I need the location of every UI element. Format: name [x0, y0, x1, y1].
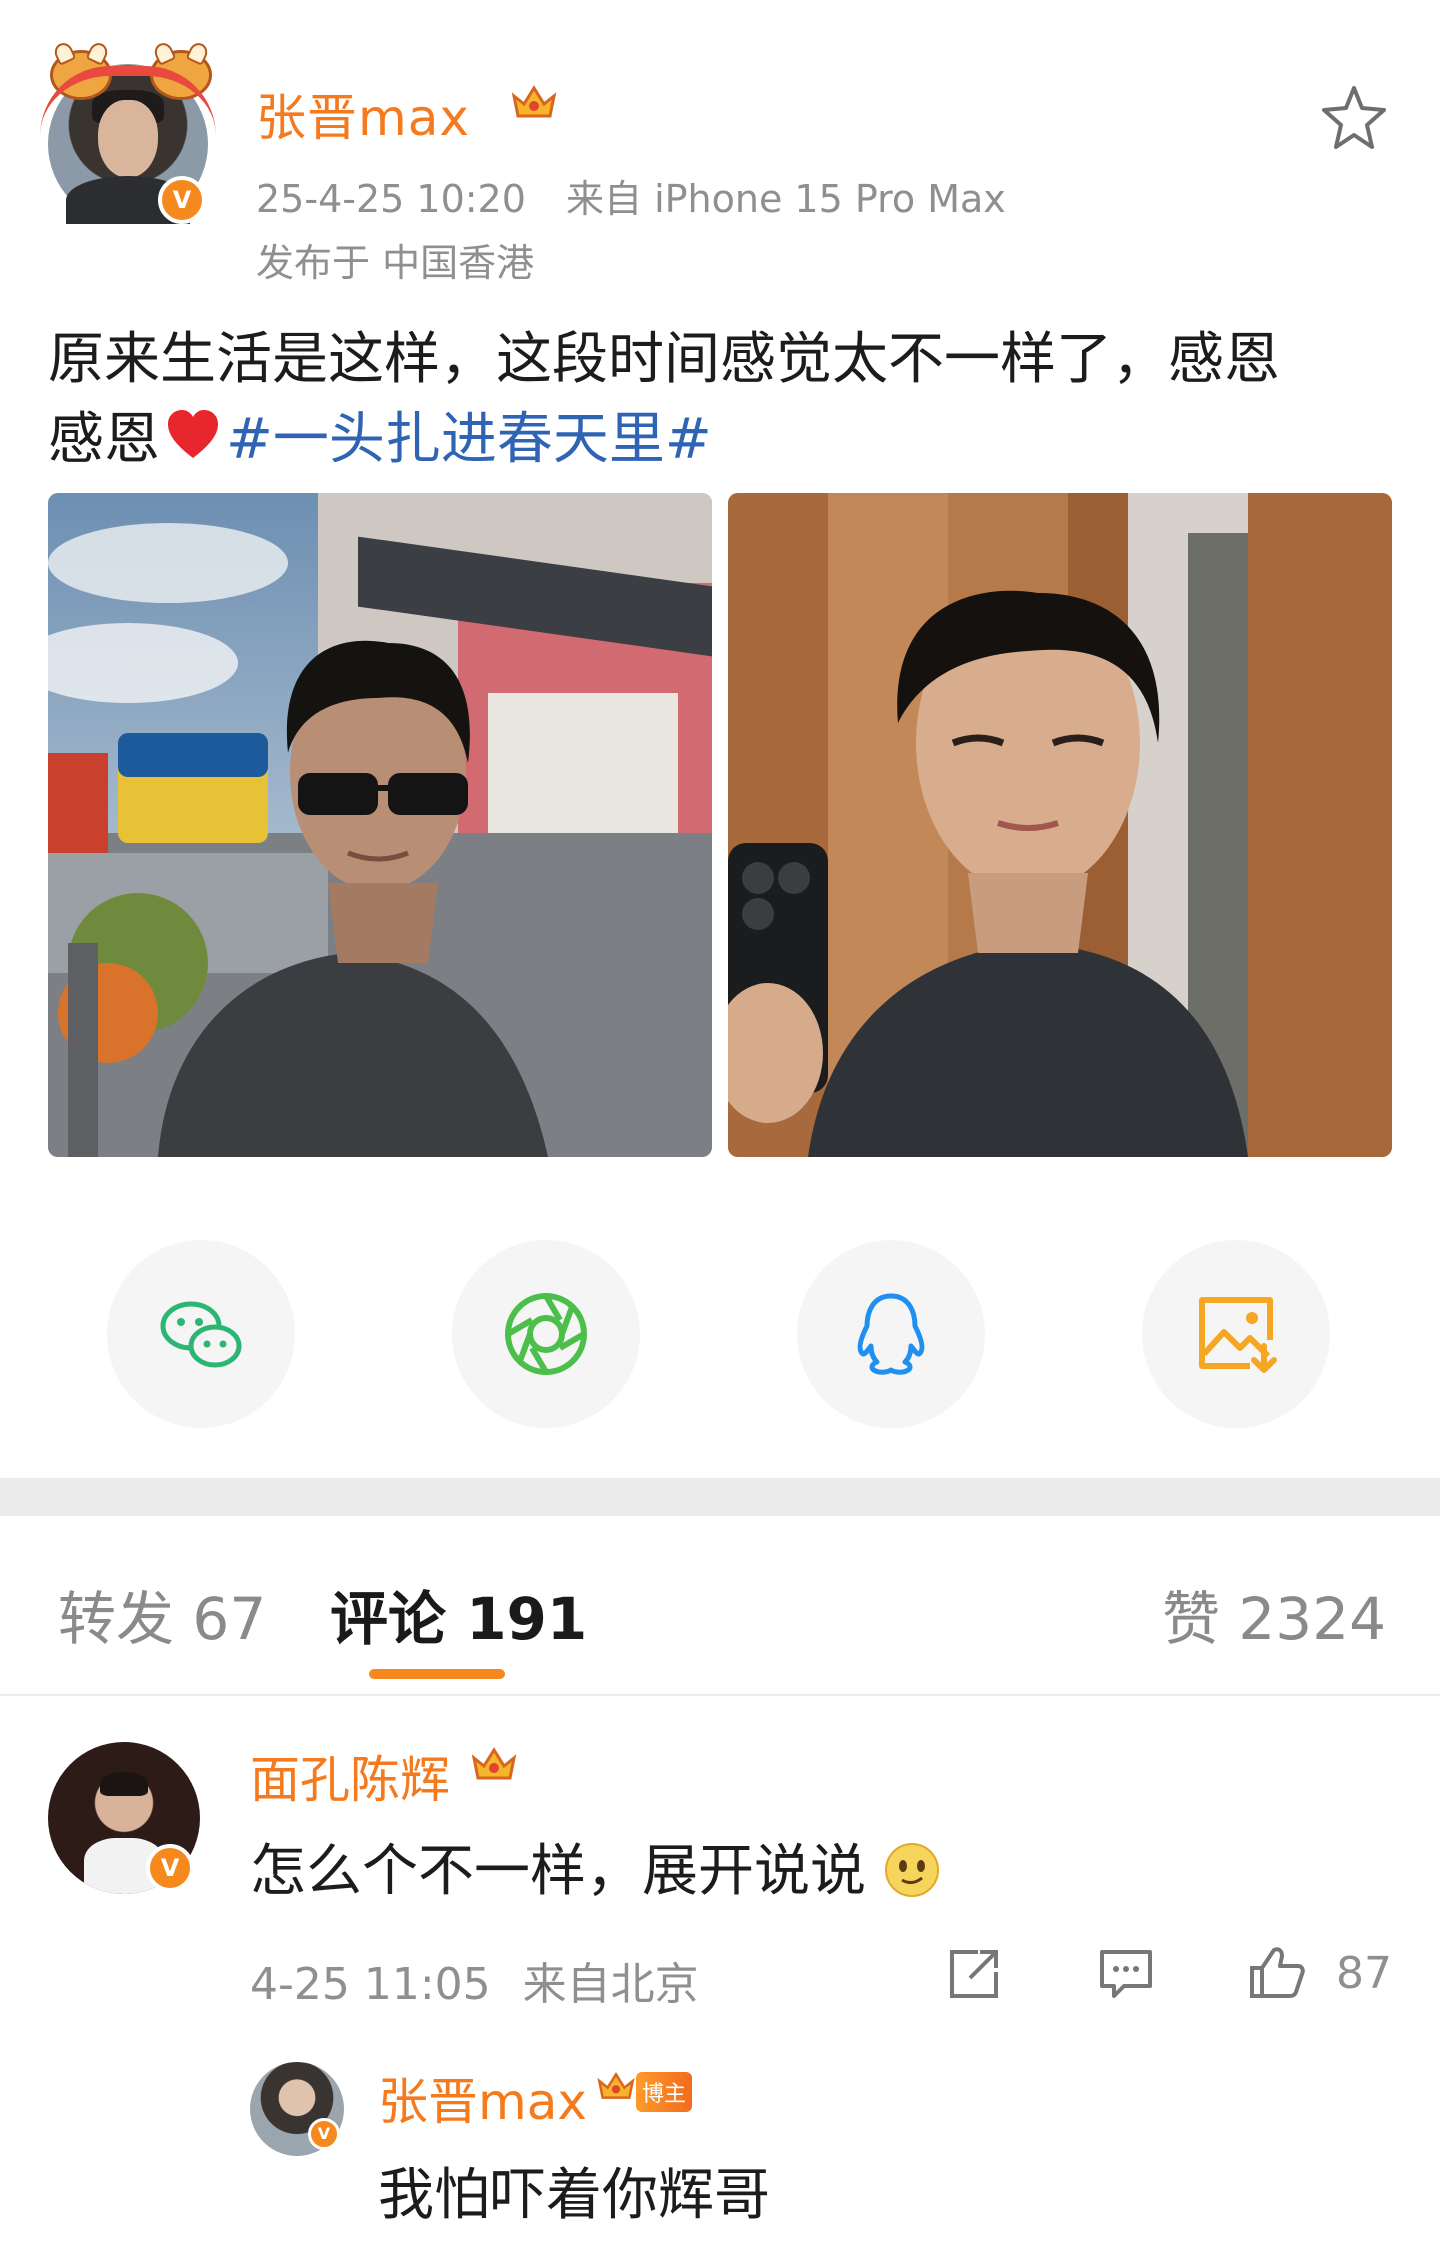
post-text-line: 原来生活是这样，这段时间感觉太不一样了，感恩: [48, 327, 1280, 392]
reply-verified-icon: V: [308, 2118, 340, 2150]
crown-icon: [511, 85, 557, 118]
commenter-verified-icon: V: [146, 1844, 194, 1892]
like-thumb-icon[interactable]: [1246, 1942, 1306, 2002]
crown-icon: [471, 1747, 517, 1780]
repost-icon[interactable]: [944, 1944, 1004, 2004]
post-photo-1[interactable]: [48, 493, 712, 1157]
tab-reposts[interactable]: 转发 67: [58, 1572, 266, 1656]
commenter-name[interactable]: 面孔陈辉: [250, 1740, 450, 1812]
post-location: 发布于 中国香港: [256, 241, 535, 285]
verified-badge-icon: V: [158, 176, 206, 224]
tab-comments[interactable]: 评论 191: [330, 1572, 587, 1656]
share-qq-button[interactable]: [797, 1240, 985, 1428]
wechat-icon: [160, 1301, 242, 1368]
red-heart-icon: [168, 410, 218, 458]
crown-icon: [597, 2071, 635, 2099]
active-tab-indicator: [369, 1669, 505, 1679]
save-image-button[interactable]: [1142, 1240, 1330, 1428]
reply-comment-icon[interactable]: [1096, 1944, 1156, 2004]
comment-text: 怎么个不一样，展开说说: [250, 1839, 866, 1904]
host-badge: 博主: [636, 2072, 693, 2112]
qq-icon: [857, 1293, 925, 1375]
hashtag-link[interactable]: #一头扎进春天里#: [226, 407, 712, 472]
post-body: 原来生活是这样，这段时间感觉太不一样了，感恩 感恩 #一头扎进春天里#: [48, 320, 1398, 480]
reply-author-name[interactable]: 张晋max: [378, 2062, 587, 2134]
post-timestamp: 25-4-25 10:20: [256, 177, 526, 221]
share-moments-button[interactable]: [452, 1240, 640, 1428]
author-name[interactable]: 张晋max: [256, 78, 470, 150]
share-wechat-button[interactable]: [107, 1240, 295, 1428]
favorite-star-icon[interactable]: [1316, 80, 1392, 156]
tabs-bottom-rule: [0, 1694, 1440, 1696]
comment-location: 来自北京: [522, 1959, 699, 2010]
comment-like-count: 87: [1336, 1948, 1392, 1999]
post-source: 来自 iPhone 15 Pro Max: [566, 177, 1006, 221]
tab-likes[interactable]: 赞 2324: [1162, 1572, 1386, 1656]
section-divider: [0, 1478, 1440, 1516]
post-text-line: 感恩: [48, 407, 160, 472]
smirk-emoji-icon: [884, 1843, 939, 1897]
post-photo-2[interactable]: [728, 493, 1392, 1157]
comment-time: 4-25 11:05: [250, 1959, 491, 2010]
save-image-icon: [1199, 1297, 1277, 1373]
moments-icon: [505, 1293, 587, 1375]
reply-text: 我怕吓着你辉哥: [378, 2163, 770, 2228]
